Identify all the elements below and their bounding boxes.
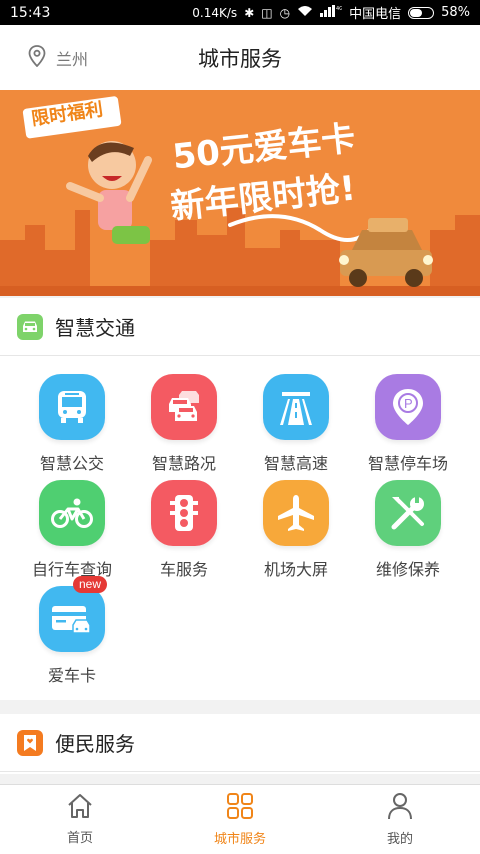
grid-icon bbox=[226, 792, 254, 824]
status-bar: 15:43 0.14K/s ✱ ◫ ◷ 4G 中国电信 58% bbox=[0, 0, 480, 25]
service-car-service[interactable]: 车服务 bbox=[124, 480, 244, 586]
page-title: 城市服务 bbox=[198, 46, 282, 71]
service-airport-screen[interactable]: 机场大屏 bbox=[236, 480, 356, 586]
wifi-icon bbox=[297, 5, 313, 20]
network-speed: 0.14K/s bbox=[192, 5, 238, 20]
home-icon bbox=[66, 793, 94, 823]
location-label: 兰州 bbox=[56, 49, 89, 69]
battery-percent: 58% bbox=[441, 5, 470, 20]
promo-banner[interactable]: 限时福利 50元爱车卡 新年限时抢! bbox=[0, 90, 480, 296]
bottom-tab-bar: 首页 城市服务 我的 bbox=[0, 784, 480, 854]
section-header: 智慧交通 bbox=[0, 298, 480, 356]
svg-text:4G: 4G bbox=[336, 6, 342, 12]
tab-home[interactable]: 首页 bbox=[0, 785, 160, 854]
header: 兰州 城市服务 bbox=[0, 25, 480, 90]
bicycle-icon bbox=[39, 480, 105, 546]
service-label: 机场大屏 bbox=[263, 560, 328, 579]
service-label: 智慧高速 bbox=[263, 454, 328, 473]
city-services-screen: 15:43 0.14K/s ✱ ◫ ◷ 4G 中国电信 58% 兰州 城市服务 bbox=[0, 0, 480, 854]
new-badge: new bbox=[72, 576, 107, 593]
bus-icon bbox=[39, 374, 105, 440]
service-maintenance[interactable]: 维修保养 bbox=[348, 480, 468, 586]
service-car-card[interactable]: new 爱车卡 bbox=[12, 576, 132, 692]
car-front-icon bbox=[17, 313, 43, 340]
bookmark-heart-icon bbox=[17, 729, 43, 756]
convenience-section: 便民服务 bbox=[0, 714, 480, 774]
highway-icon bbox=[263, 374, 329, 440]
vibrate-icon: ◫ bbox=[261, 5, 273, 20]
signal-icon: 4G bbox=[320, 5, 343, 20]
tab-label: 首页 bbox=[66, 831, 93, 846]
section-title: 便民服务 bbox=[55, 732, 135, 756]
person-icon bbox=[387, 792, 413, 824]
tab-me[interactable]: 我的 bbox=[320, 785, 480, 854]
service-highway[interactable]: 智慧高速 bbox=[236, 374, 356, 480]
alarm-icon: ◷ bbox=[279, 5, 291, 20]
service-label: 智慧公交 bbox=[39, 454, 104, 473]
service-label: 爱车卡 bbox=[47, 666, 96, 685]
wrench-screwdriver-icon bbox=[375, 480, 441, 546]
traffic-cars-icon bbox=[151, 374, 217, 440]
location-pin-icon bbox=[28, 44, 46, 71]
status-time: 15:43 bbox=[10, 4, 51, 21]
smart-transport-section: 智慧交通 智慧公交 智慧路况 智慧高速 P 智慧停车场 自行车查询 车服务 机场… bbox=[0, 298, 480, 700]
traffic-light-icon bbox=[151, 480, 217, 546]
service-label: 维修保养 bbox=[375, 560, 440, 579]
bluetooth-icon: ✱ bbox=[244, 5, 255, 20]
location-selector[interactable]: 兰州 bbox=[28, 25, 88, 90]
battery-icon bbox=[408, 6, 435, 19]
service-smart-bus[interactable]: 智慧公交 bbox=[12, 374, 132, 480]
service-road-conditions[interactable]: 智慧路况 bbox=[124, 374, 244, 480]
service-label: 智慧路况 bbox=[151, 454, 216, 473]
parking-pin-icon: P bbox=[375, 374, 441, 440]
service-bicycle[interactable]: 自行车查询 bbox=[12, 480, 132, 586]
car-card-icon: new bbox=[39, 576, 107, 652]
service-grid: 智慧公交 智慧路况 智慧高速 P 智慧停车场 自行车查询 车服务 机场大屏 维修… bbox=[0, 356, 480, 700]
tab-city-services[interactable]: 城市服务 bbox=[160, 785, 320, 854]
service-label: 车服务 bbox=[159, 560, 208, 579]
tab-label: 我的 bbox=[386, 832, 413, 847]
section-title: 智慧交通 bbox=[55, 316, 135, 340]
service-smart-parking[interactable]: P 智慧停车场 bbox=[348, 374, 468, 480]
tab-label: 城市服务 bbox=[213, 832, 266, 847]
service-label: 智慧停车场 bbox=[367, 454, 448, 473]
section-header: 便民服务 bbox=[0, 714, 480, 772]
carrier-name: 中国电信 bbox=[349, 7, 402, 22]
svg-text:P: P bbox=[404, 396, 413, 411]
airplane-icon bbox=[263, 480, 329, 546]
